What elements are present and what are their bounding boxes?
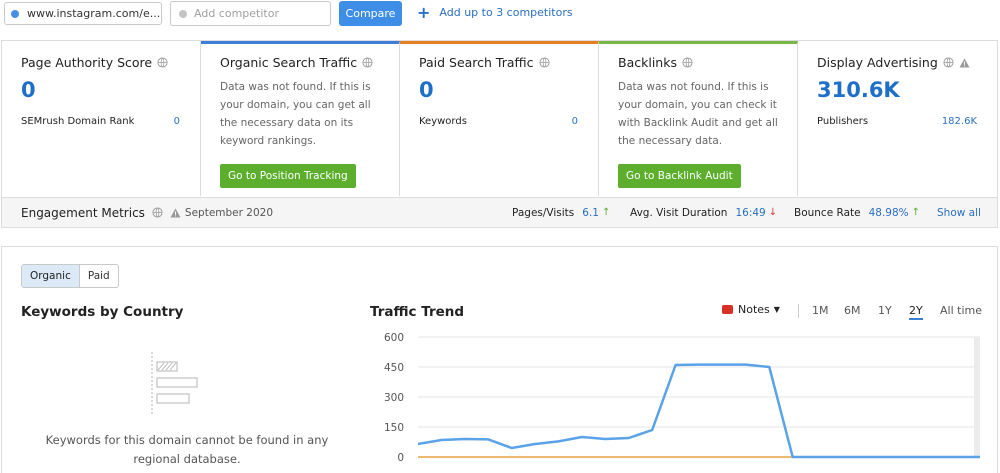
sub-metric-label: Publishers [817, 116, 869, 127]
domain-field[interactable]: www.instagram.com/e... [4, 2, 162, 25]
paid-search-value[interactable]: 0 [419, 78, 578, 104]
sub-metric-label: Keywords [419, 116, 467, 127]
empty-bar-chart-icon [151, 352, 198, 414]
notes-label: Notes [738, 303, 770, 316]
trend-up-icon: ↑ [911, 207, 921, 218]
add-competitors-label: Add up to 3 competitors [439, 6, 573, 19]
engagement-date: September 2020 [170, 207, 273, 219]
go-to-backlink-audit-button[interactable]: Go to Backlink Audit [618, 164, 741, 188]
traffic-trend-chart: 600 450 300 150 0 [384, 332, 980, 464]
y-tick-label: 450 [384, 362, 404, 374]
range-1m[interactable]: 1M [812, 304, 829, 317]
sub-metric-label: SEMrush Domain Rank [21, 116, 135, 127]
range-1y[interactable]: 1Y [878, 304, 892, 317]
card-organic-search: Organic Search Traffic Data was not foun… [201, 41, 400, 196]
range-all-time[interactable]: All time [940, 304, 982, 317]
domain-color-dot [11, 9, 19, 18]
no-data-message: Data was not found. If this is your doma… [618, 81, 778, 147]
organic-paid-toggle: Organic Paid [21, 264, 119, 288]
globe-icon [157, 57, 168, 68]
card-paid-search: Paid Search Traffic 0 Keywords 0 [400, 41, 599, 196]
pages-visits-metric: Pages/Visits 6.1 ↑ [512, 207, 610, 219]
traffic-trend-title: Traffic Trend [370, 304, 465, 320]
card-title-text: Paid Search Traffic [419, 55, 534, 70]
engagement-metrics-bar: Engagement Metrics September 2020 Pages/… [1, 197, 998, 228]
chart-range-edge [974, 337, 980, 457]
sub-metric-value[interactable]: 0 [572, 116, 578, 127]
avg-visit-duration-metric: Avg. Visit Duration 16:49 ↓ [630, 207, 777, 219]
sub-metric-value[interactable]: 0 [174, 116, 180, 127]
card-title: Paid Search Traffic [419, 55, 578, 70]
notes-icon [722, 305, 733, 314]
globe-icon [682, 57, 693, 68]
sub-metric-row: SEMrush Domain Rank 0 [21, 116, 180, 127]
card-title: Backlinks [618, 55, 777, 70]
pages-visits-value: 6.1 [582, 206, 599, 219]
competitor-color-dot [179, 9, 187, 18]
keywords-traffic-panel: Organic Paid Keywords by Country Keyword… [1, 246, 998, 473]
range-6m[interactable]: 6M [844, 304, 861, 317]
chevron-down-icon: ▼ [773, 305, 780, 314]
notes-dropdown[interactable]: Notes ▼ [722, 303, 780, 316]
trend-down-icon: ↓ [768, 207, 778, 218]
globe-icon [362, 57, 373, 68]
globe-icon [152, 207, 163, 218]
card-title: Organic Search Traffic [220, 55, 379, 70]
card-backlinks: Backlinks Data was not found. If this is… [599, 41, 798, 196]
sub-metric-row: Keywords 0 [419, 116, 578, 127]
globe-icon [538, 57, 550, 68]
competitor-field[interactable] [170, 1, 331, 26]
compare-toolbar: www.instagram.com/e... Compare + Add up … [0, 0, 1000, 30]
no-data-message: Data was not found. If this is your doma… [220, 81, 371, 147]
display-advertising-value[interactable]: 310.6K [817, 78, 977, 104]
range-2y[interactable]: 2Y [909, 304, 923, 320]
domain-text: www.instagram.com/e... [27, 7, 161, 20]
add-competitors-link[interactable]: + Add up to 3 competitors [417, 2, 573, 22]
card-title-text: Page Authority Score [21, 55, 153, 70]
go-to-position-tracking-button[interactable]: Go to Position Tracking [220, 164, 356, 188]
trend-up-icon: ↑ [601, 207, 611, 218]
card-title-text: Backlinks [618, 55, 677, 70]
keywords-empty-message: Keywords for this domain cannot be found… [45, 433, 329, 466]
engagement-date-text: September 2020 [184, 206, 274, 219]
y-tick-label: 300 [384, 392, 404, 404]
y-tick-label: 0 [397, 452, 404, 464]
sub-metric-row: Publishers 182.6K [817, 116, 977, 127]
avg-visit-duration-value: 16:49 [735, 206, 766, 219]
sub-metric-value[interactable]: 182.6K [942, 116, 977, 127]
series-line [417, 363, 980, 459]
show-all-link[interactable]: Show all [937, 207, 981, 219]
bounce-rate-label: Bounce Rate [794, 206, 861, 219]
competitor-input[interactable] [194, 7, 324, 20]
card-display-advertising: Display Advertising 310.6K Publishers 18… [798, 41, 997, 196]
engagement-title: Engagement Metrics [21, 205, 145, 220]
warning-icon [170, 208, 181, 217]
plus-icon: + [417, 2, 431, 22]
card-title: Display Advertising [817, 55, 977, 70]
globe-icon [943, 57, 954, 68]
toggle-paid[interactable]: Paid [80, 265, 118, 287]
avg-visit-duration-label: Avg. Visit Duration [630, 206, 728, 219]
toggle-organic[interactable]: Organic [22, 265, 80, 287]
pages-visits-label: Pages/Visits [512, 206, 575, 219]
compare-button[interactable]: Compare [339, 1, 402, 26]
metric-cards: Page Authority Score 0 SEMrush Domain Ra… [1, 40, 998, 197]
bounce-rate-metric: Bounce Rate 48.98% ↑ [794, 207, 920, 219]
y-tick-label: 150 [384, 422, 404, 434]
card-title-text: Display Advertising [817, 55, 938, 70]
card-title-text: Organic Search Traffic [220, 55, 358, 70]
divider [798, 304, 799, 318]
card-title: Page Authority Score [21, 55, 180, 70]
page-authority-value[interactable]: 0 [21, 78, 180, 104]
y-tick-label: 600 [384, 332, 404, 344]
warning-icon [959, 58, 970, 67]
keywords-by-country-title: Keywords by Country [21, 304, 184, 320]
card-page-authority: Page Authority Score 0 SEMrush Domain Ra… [2, 41, 201, 196]
bounce-rate-value: 48.98% [868, 206, 909, 219]
